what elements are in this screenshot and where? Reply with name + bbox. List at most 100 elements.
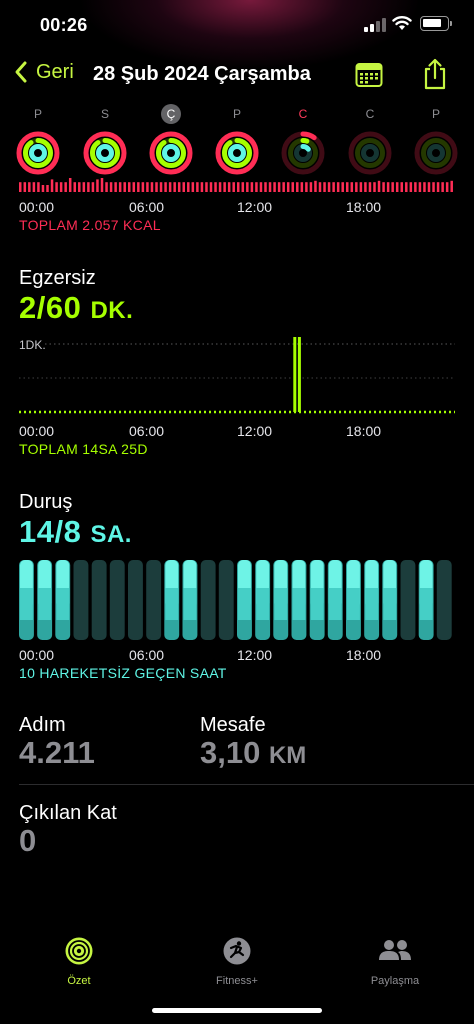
day-column[interactable]: P	[212, 104, 262, 181]
distance-unit: KM	[268, 742, 307, 769]
move-bar	[336, 182, 340, 192]
move-bar	[418, 182, 422, 192]
move-bar	[268, 182, 272, 192]
navigation-bar: Geri 28 Şub 2024 Çarşamba	[0, 56, 474, 96]
stand-bar	[291, 560, 307, 640]
move-bar	[423, 182, 426, 192]
move-bar	[227, 182, 231, 192]
move-bar	[150, 182, 154, 192]
back-button[interactable]: Geri	[14, 60, 74, 84]
move-bar	[191, 182, 195, 192]
move-bar	[223, 182, 226, 192]
steps-label: Adım	[19, 714, 66, 736]
tab-sharing[interactable]: Paylaşma	[335, 930, 455, 987]
axis-label: 00:00	[19, 423, 55, 439]
move-bar	[118, 182, 122, 192]
stand-bar	[164, 560, 180, 640]
move-bar	[173, 182, 176, 192]
axis-label: 18:00	[346, 647, 382, 663]
ring-progress	[228, 144, 246, 162]
axis-label: 18:00	[346, 199, 382, 215]
stand-bar-empty	[109, 560, 125, 640]
move-bar	[23, 182, 27, 192]
move-bar	[282, 182, 285, 192]
move-bar	[364, 182, 367, 192]
move-bar	[128, 182, 131, 192]
axis-label: 12:00	[237, 199, 273, 215]
activity-rings-icon	[348, 131, 392, 175]
exercise-value-number: 2/60	[19, 290, 82, 325]
move-bar	[314, 180, 317, 192]
move-bar	[59, 182, 63, 192]
move-bar	[318, 182, 322, 192]
share-icon[interactable]	[422, 58, 448, 90]
distance-value: 3,10 KM	[200, 735, 306, 771]
move-bar	[64, 182, 67, 192]
move-bar	[55, 182, 58, 192]
day-column[interactable]: P	[411, 104, 461, 181]
move-bar	[196, 182, 199, 192]
stand-title: Duruş	[19, 491, 73, 513]
move-bar	[96, 179, 99, 192]
move-bar	[359, 182, 363, 192]
move-bar	[87, 182, 90, 192]
move-bar	[432, 182, 435, 192]
stand-bar	[346, 560, 361, 640]
move-bar	[332, 182, 335, 192]
move-bar	[441, 182, 444, 192]
stand-unit: SA.	[90, 521, 132, 548]
wifi-icon	[392, 16, 412, 30]
fitness-plus-icon	[223, 937, 251, 965]
move-bar	[100, 178, 104, 192]
day-column[interactable]: P	[13, 104, 63, 181]
sharing-people-icon	[379, 940, 411, 960]
day-column[interactable]: C	[278, 104, 328, 181]
back-label: Geri	[36, 60, 74, 83]
battery-icon	[420, 16, 452, 31]
status-time: 00:26	[40, 15, 88, 35]
stand-bar-empty	[200, 560, 216, 640]
day-column[interactable]: C	[345, 104, 395, 181]
exercise-chart: 1DK.	[19, 334, 455, 416]
move-bar	[209, 182, 213, 192]
activity-rings-icon	[215, 131, 259, 175]
stand-bar	[55, 560, 71, 640]
exercise-chart-plot	[19, 337, 455, 414]
tab-fitness-plus[interactable]: Fitness+	[177, 930, 297, 987]
stand-bar	[309, 560, 325, 640]
day-column[interactable]: S	[80, 104, 130, 181]
stand-value: 14/8 SA.	[19, 514, 132, 550]
stand-bar-empty	[218, 560, 234, 640]
distance-label: Mesafe	[200, 714, 266, 736]
move-bar	[445, 182, 449, 192]
day-label: Ç	[161, 104, 181, 124]
day-column[interactable]: Ç	[146, 104, 196, 181]
calendar-icon[interactable]	[355, 62, 383, 88]
day-label: C	[365, 107, 375, 121]
day-label: C	[298, 107, 308, 121]
move-bar	[155, 182, 158, 192]
stand-summary: 10 HAREKETSİZ GEÇEN SAAT	[19, 665, 227, 681]
tab-label: Özet	[67, 975, 91, 987]
move-bar	[41, 185, 45, 192]
axis-label: 12:00	[237, 647, 273, 663]
day-label: P	[232, 107, 241, 121]
move-bar	[78, 182, 81, 192]
tab-summary[interactable]: Özet	[19, 930, 139, 987]
move-bar	[187, 182, 190, 192]
exercise-scale-label: 1DK.	[19, 338, 46, 352]
tab-label: Paylaşma	[370, 975, 420, 987]
move-bar	[373, 182, 376, 192]
axis-label: 06:00	[129, 423, 165, 439]
move-bar	[146, 182, 149, 192]
move-bar	[309, 182, 313, 192]
activity-rings-icon	[149, 131, 193, 175]
move-bar	[168, 182, 172, 192]
stand-bar	[327, 560, 343, 640]
move-bar	[50, 179, 54, 192]
stand-time-axis: 00:00 06:00 12:00 18:00	[19, 647, 455, 663]
stand-bar	[364, 560, 380, 640]
move-bar	[37, 182, 40, 192]
move-bar	[214, 182, 217, 192]
exercise-bar	[297, 337, 301, 412]
